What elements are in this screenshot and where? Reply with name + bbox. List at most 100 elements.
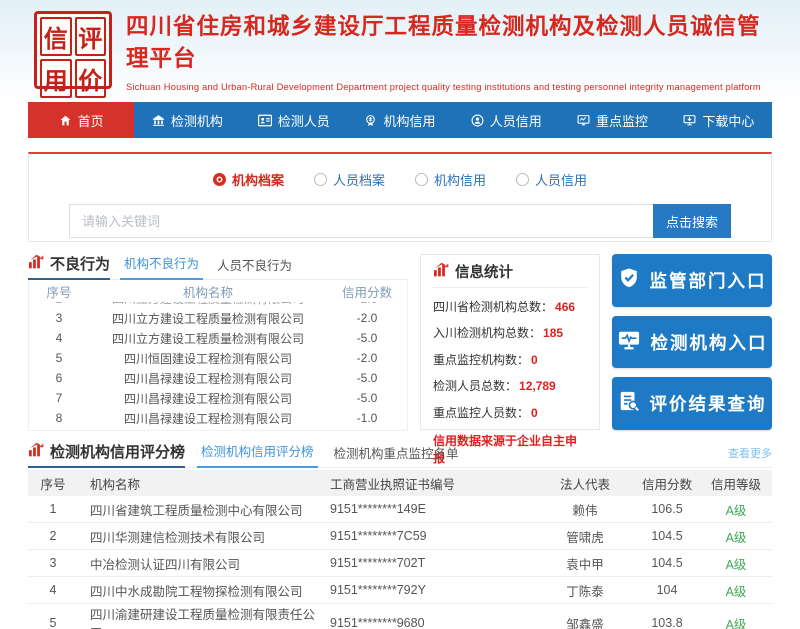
portal-buttons: 监管部门入口 检测机构入口 评价结果查询	[612, 254, 772, 430]
logo-char: 价	[75, 59, 107, 98]
nav-item-institution-credit[interactable]: 机构信用	[347, 102, 453, 138]
bad-behavior-header: 不良行为 机构不良行为 人员不良行为	[28, 254, 408, 280]
regulator-portal-button[interactable]: 监管部门入口	[612, 254, 772, 307]
radio-selected-icon	[213, 173, 226, 186]
rating-title: 检测机构信用评分榜	[28, 441, 185, 468]
site-logo: 信 评 用 价	[34, 11, 112, 89]
nav-item-key-monitoring[interactable]: 重点监控	[559, 102, 665, 138]
table-row: 4 四川中水成勘院工程物探检测有限公司 9151********792Y 丁陈泰…	[28, 577, 772, 604]
stat-line: 检测人员总数：12,789	[433, 377, 587, 394]
download-icon	[683, 114, 696, 127]
institution-portal-button[interactable]: 检测机构入口	[612, 316, 772, 369]
site-subtitle: Sichuan Housing and Urban-Rural Developm…	[126, 82, 780, 92]
nav-label: 首页	[78, 111, 104, 130]
nav-label: 机构信用	[383, 111, 435, 130]
table-row: 5 四川渝建研建设工程质量检测有限责任公司 9151********9680 邹…	[28, 604, 772, 629]
grade-badge: A级	[700, 554, 772, 573]
logo-char: 用	[40, 59, 72, 98]
view-more-link[interactable]: 查看更多	[728, 445, 772, 465]
stats-panel: 信息统计 四川省检测机构总数：466 入川检测机构总数：185 重点监控机构数：…	[420, 254, 600, 430]
shield-check-icon	[618, 267, 640, 294]
grade-badge: A级	[700, 581, 772, 600]
nav-item-institutions[interactable]: 检测机构	[134, 102, 240, 138]
nav-item-personnel[interactable]: 检测人员	[241, 102, 347, 138]
chart-icon	[28, 254, 45, 273]
radio-label: 人员信用	[535, 170, 587, 189]
rating-table-header: 序号 机构名称 工商营业执照证书编号 法人代表 信用分数 信用等级	[28, 470, 772, 496]
stat-line: 重点监控机构数：0	[433, 351, 587, 368]
col-no: 序号	[29, 282, 89, 301]
radio-institution-credit[interactable]: 机构信用	[415, 170, 486, 189]
col-name: 机构名称	[78, 474, 318, 493]
document-search-icon	[618, 390, 640, 417]
tab-key-monitoring-list[interactable]: 检测机构重点监控名单	[330, 443, 463, 468]
table-row: 8四川昌禄建设工程检测有限公司-1.0	[29, 408, 407, 428]
stat-line: 四川省检测机构总数：466	[433, 298, 587, 315]
bad-behavior-table-header: 序号 机构名称 信用分数	[29, 280, 407, 302]
bad-behavior-panel: 不良行为 机构不良行为 人员不良行为 序号 机构名称 信用分数 2四川立方建设工…	[28, 254, 408, 430]
search-input[interactable]	[69, 204, 653, 238]
stat-value: 0	[531, 406, 538, 420]
tab-personnel-bad-behavior[interactable]: 人员不良行为	[213, 255, 296, 280]
rating-section: 检测机构信用评分榜 检测机构信用评分榜 检测机构重点监控名单 查看更多 序号 机…	[28, 442, 772, 629]
bad-behavior-scroll-list[interactable]: 2四川立方建设工程质量检测有限公司-2.0 3四川立方建设工程质量检测有限公司-…	[29, 302, 407, 430]
table-row: 4四川立方建设工程质量检测有限公司-5.0	[29, 328, 407, 348]
nav-label: 下载中心	[702, 111, 754, 130]
col-score: 信用分数	[634, 474, 700, 493]
radio-institution-archive[interactable]: 机构档案	[213, 170, 284, 189]
stat-value: 0	[531, 353, 538, 367]
nav-label: 重点监控	[596, 111, 648, 130]
rating-table: 序号 机构名称 工商营业执照证书编号 法人代表 信用分数 信用等级 1 四川省建…	[28, 470, 772, 629]
table-row: 5四川恒固建设工程检测有限公司-2.0	[29, 348, 407, 368]
monitor-icon	[577, 114, 590, 127]
table-row: 2 四川华测建信检测技术有限公司 9151********7C59 管啸虎 10…	[28, 523, 772, 550]
search-button[interactable]: 点击搜索	[653, 204, 731, 238]
table-row: 1 四川省建筑工程质量检测中心有限公司 9151********149E 赖伟 …	[28, 496, 772, 523]
stat-value: 466	[555, 300, 575, 314]
radio-icon	[314, 173, 327, 186]
page: 信 评 用 价 四川省住房和城乡建设厅工程质量检测机构及检测人员诚信管理平台 S…	[0, 0, 800, 629]
radio-personnel-credit[interactable]: 人员信用	[516, 170, 587, 189]
bad-behavior-title: 不良行为	[28, 253, 110, 280]
middle-row: 不良行为 机构不良行为 人员不良行为 序号 机构名称 信用分数 2四川立方建设工…	[28, 254, 772, 430]
stat-value: 12,789	[519, 379, 556, 393]
radio-label: 机构档案	[232, 170, 284, 189]
search-type-radios: 机构档案 人员档案 机构信用 人员信用	[69, 168, 731, 190]
col-legal: 法人代表	[536, 474, 634, 493]
logo-char: 信	[40, 17, 72, 56]
grade-badge: A级	[700, 527, 772, 546]
radio-icon	[516, 173, 529, 186]
radio-icon	[415, 173, 428, 186]
tab-credit-score-ranking[interactable]: 检测机构信用评分榜	[197, 441, 318, 468]
nav-label: 人员信用	[490, 111, 542, 130]
chart-icon	[433, 262, 450, 281]
site-title: 四川省住房和城乡建设厅工程质量检测机构及检测人员诚信管理平台	[126, 9, 780, 73]
bad-behavior-table: 序号 机构名称 信用分数 2四川立方建设工程质量检测有限公司-2.0 3四川立方…	[28, 280, 408, 431]
stats-title: 信息统计	[433, 261, 587, 288]
bank-icon	[152, 114, 165, 127]
home-icon	[59, 114, 72, 127]
badge-icon	[364, 114, 377, 127]
table-row: 7四川昌禄建设工程检测有限公司-5.0	[29, 388, 407, 408]
table-row: 3四川立方建设工程质量检测有限公司-2.0	[29, 308, 407, 328]
radio-label: 人员档案	[333, 170, 385, 189]
col-grade: 信用等级	[700, 474, 772, 493]
stat-line: 重点监控人员数：0	[433, 404, 587, 421]
monitor-pulse-icon	[617, 329, 641, 356]
tab-institution-bad-behavior[interactable]: 机构不良行为	[120, 253, 203, 280]
radio-personnel-archive[interactable]: 人员档案	[314, 170, 385, 189]
stat-line: 入川检测机构总数：185	[433, 324, 587, 341]
person-circle-icon	[471, 114, 484, 127]
table-row: 3 中冶检测认证四川有限公司 9151********702T 袁中甲 104.…	[28, 550, 772, 577]
evaluation-results-button[interactable]: 评价结果查询	[612, 377, 772, 430]
search-row: 点击搜索	[69, 204, 731, 238]
nav-item-personnel-credit[interactable]: 人员信用	[453, 102, 559, 138]
nav-label: 检测机构	[171, 111, 223, 130]
id-card-icon	[258, 114, 272, 127]
nav-item-home[interactable]: 首页	[28, 102, 134, 138]
col-license: 工商营业执照证书编号	[318, 474, 536, 493]
nav-item-download-center[interactable]: 下载中心	[666, 102, 772, 138]
header-titles: 四川省住房和城乡建设厅工程质量检测机构及检测人员诚信管理平台 Sichuan H…	[126, 9, 780, 92]
grade-badge: A级	[700, 614, 772, 629]
table-row: 6四川昌禄建设工程检测有限公司-5.0	[29, 368, 407, 388]
